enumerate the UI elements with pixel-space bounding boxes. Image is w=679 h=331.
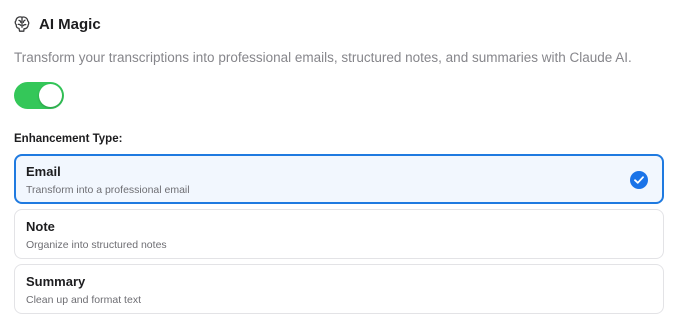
option-description: Organize into structured notes [26,239,167,251]
ai-magic-toggle[interactable] [14,82,64,109]
option-description: Transform into a professional email [26,184,190,196]
option-note[interactable]: Note Organize into structured notes [14,209,664,259]
section-description: Transform your transcriptions into profe… [14,50,632,65]
option-title: Summary [26,274,86,289]
section-title: AI Magic [39,15,101,33]
enhancement-options: Email Transform into a professional emai… [14,154,664,319]
option-title: Note [26,219,55,234]
section-header: AI Magic [14,13,101,35]
brain-icon [14,15,30,33]
toggle-knob[interactable] [39,84,62,107]
option-description: Clean up and format text [26,294,141,306]
option-summary[interactable]: Summary Clean up and format text [14,264,664,314]
enhancement-type-label: Enhancement Type: [14,133,123,145]
option-email[interactable]: Email Transform into a professional emai… [14,154,664,204]
checkmark-icon [630,171,648,189]
option-title: Email [26,164,61,179]
